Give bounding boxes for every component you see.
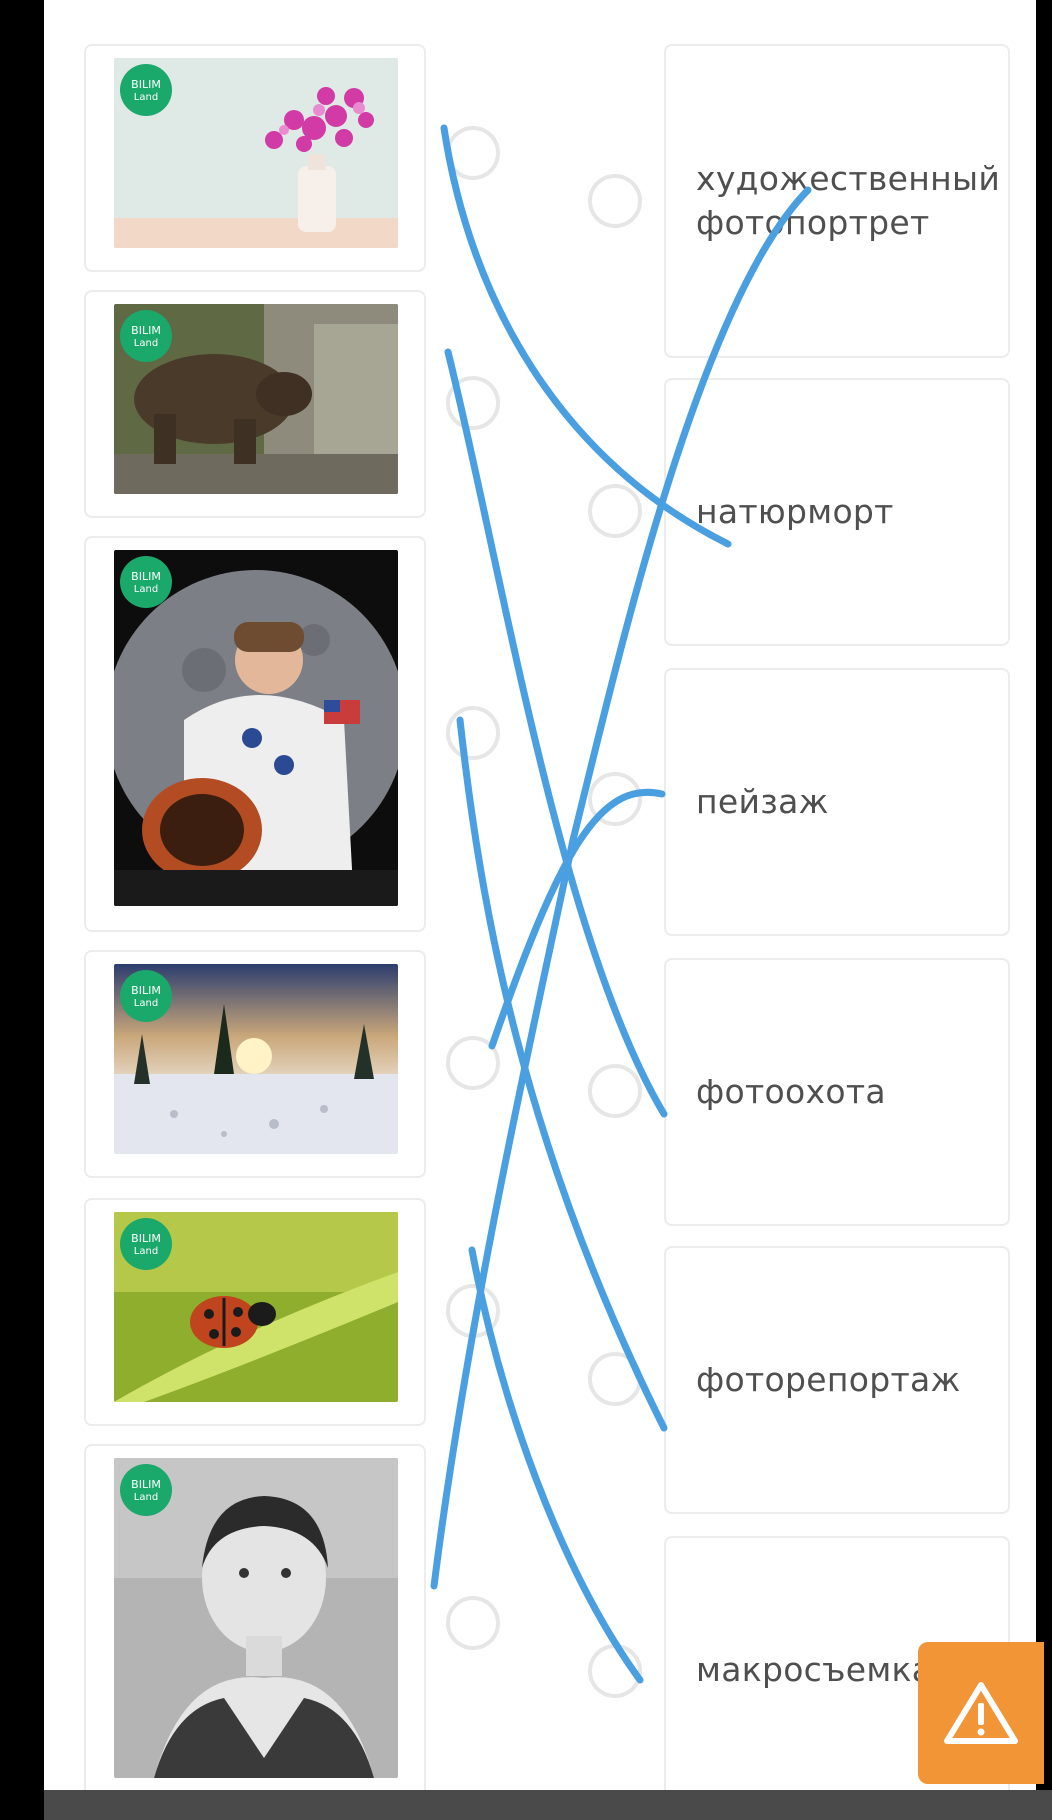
answer-card-3[interactable]: пейзаж xyxy=(664,668,1010,936)
left-match-radio-6[interactable] xyxy=(446,1596,500,1650)
svg-text:BILIM: BILIM xyxy=(131,1478,161,1491)
answer-label: художественный фотопортрет xyxy=(696,159,1001,242)
answer-label: пейзаж xyxy=(696,782,829,821)
right-match-radio-3[interactable] xyxy=(588,772,642,826)
astronaut-photo: BILIM Land xyxy=(114,550,398,906)
ladybug-photo: BILIM Land xyxy=(114,1212,398,1402)
bilimland-logo-icon: BILIM Land xyxy=(120,556,172,608)
image-card-woman-portrait[interactable]: BILIM Land xyxy=(84,1444,426,1790)
right-match-radio-5[interactable] xyxy=(588,1352,642,1406)
answer-label: натюрморт xyxy=(696,492,894,531)
right-match-radio-2[interactable] xyxy=(588,484,642,538)
answer-card-5[interactable]: фоторепортаж xyxy=(664,1246,1010,1514)
left-match-radio-3[interactable] xyxy=(446,706,500,760)
svg-text:Land: Land xyxy=(134,998,158,1009)
left-match-radio-1[interactable] xyxy=(446,126,500,180)
answer-card-2[interactable]: натюрморт xyxy=(664,378,1010,646)
left-match-radio-5[interactable] xyxy=(446,1284,500,1338)
right-match-radio-6[interactable] xyxy=(588,1644,642,1698)
svg-text:Land: Land xyxy=(134,1246,158,1257)
left-match-radio-2[interactable] xyxy=(446,376,500,430)
image-card-astronaut[interactable]: BILIM Land xyxy=(84,536,426,932)
image-card-still-life[interactable]: BILIM Land xyxy=(84,44,426,272)
answer-card-4[interactable]: фотоохота xyxy=(664,958,1010,1226)
svg-text:Land: Land xyxy=(134,584,158,595)
still-life-photo: BILIM Land xyxy=(114,58,398,248)
answer-card-1[interactable]: художественный фотопортрет xyxy=(664,44,1010,358)
bear-photo: BILIM Land xyxy=(114,304,398,494)
warning-icon xyxy=(944,1682,1018,1744)
image-card-bear[interactable]: BILIM Land xyxy=(84,290,426,518)
image-card-winter[interactable]: BILIM Land xyxy=(84,950,426,1178)
right-match-radio-1[interactable] xyxy=(588,174,642,228)
answer-label: фотоохота xyxy=(696,1072,886,1111)
image-card-ladybug[interactable]: BILIM Land xyxy=(84,1198,426,1426)
bilimland-logo-icon: BILIM Land xyxy=(120,64,172,116)
report-problem-button[interactable] xyxy=(918,1642,1044,1784)
svg-text:Land: Land xyxy=(134,92,158,103)
svg-text:Land: Land xyxy=(134,338,158,349)
left-match-radio-4[interactable] xyxy=(446,1036,500,1090)
woman-portrait-photo: BILIM Land xyxy=(114,1458,398,1778)
bilimland-logo-icon: BILIM Land xyxy=(120,970,172,1022)
bilimland-logo-icon: BILIM Land xyxy=(120,1218,172,1270)
bilimland-logo-icon: BILIM Land xyxy=(120,1464,172,1516)
answer-label: фоторепортаж xyxy=(696,1360,961,1399)
right-match-radio-4[interactable] xyxy=(588,1064,642,1118)
bilimland-logo-icon: BILIM Land xyxy=(120,310,172,362)
bottom-navigation-bar xyxy=(44,1790,1052,1820)
svg-text:BILIM: BILIM xyxy=(131,984,161,997)
svg-text:BILIM: BILIM xyxy=(131,78,161,91)
winter-sunset-photo: BILIM Land xyxy=(114,964,398,1154)
svg-text:Land: Land xyxy=(134,1492,158,1503)
answer-label: макросъемка xyxy=(696,1650,933,1689)
svg-text:BILIM: BILIM xyxy=(131,324,161,337)
svg-text:BILIM: BILIM xyxy=(131,1232,161,1245)
svg-text:BILIM: BILIM xyxy=(131,570,161,583)
